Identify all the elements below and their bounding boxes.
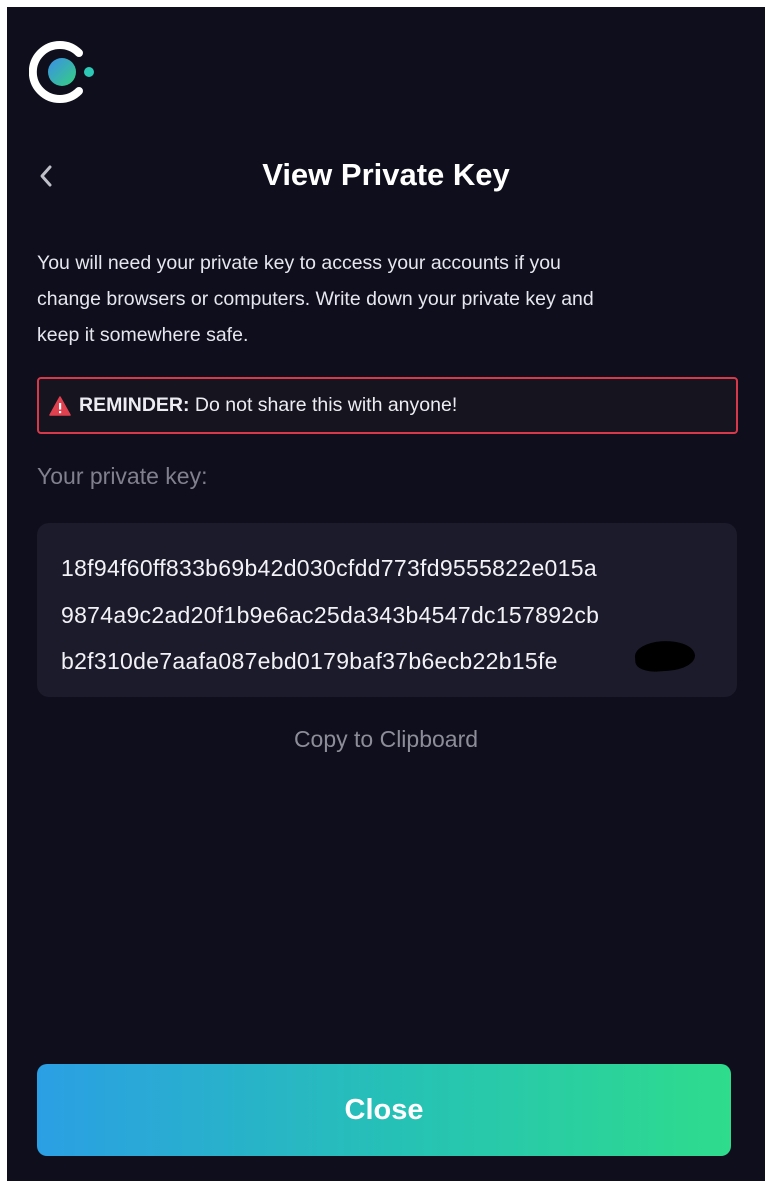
close-button[interactable]: Close [37, 1064, 731, 1156]
celo-logo-icon [28, 37, 99, 107]
popup-window: View Private Key You will need your priv… [7, 7, 765, 1181]
copy-to-clipboard-button[interactable]: Copy to Clipboard [7, 726, 765, 753]
private-key-box[interactable]: 18f94f60ff833b69b42d030cfdd773fd9555822e… [37, 523, 737, 697]
private-key-label: Your private key: [37, 463, 208, 489]
reminder-label: REMINDER: [79, 394, 190, 416]
private-key-line: 18f94f60ff833b69b42d030cfdd773fd9555822e… [61, 555, 597, 581]
description-text: You will need your private key to access… [37, 245, 737, 353]
private-key-line: b2f310de7aafa087ebd0179baf37b6ecb22b15fe [61, 648, 558, 674]
reminder-banner: REMINDER: Do not share this with anyone! [37, 377, 738, 434]
page-title: View Private Key [262, 157, 510, 192]
description-line: change browsers or computers. Write down… [37, 288, 594, 310]
redaction-mark [634, 638, 696, 674]
reminder-message: Do not share this with anyone! [189, 394, 458, 416]
private-key-line: 9874a9c2ad20f1b9e6ac25da343b4547dc157892… [61, 602, 600, 628]
warning-triangle-icon [49, 395, 71, 416]
reminder-text: REMINDER: Do not share this with anyone! [79, 394, 457, 417]
description-line: keep it somewhere safe. [37, 324, 249, 346]
description-line: You will need your private key to access… [37, 252, 561, 274]
